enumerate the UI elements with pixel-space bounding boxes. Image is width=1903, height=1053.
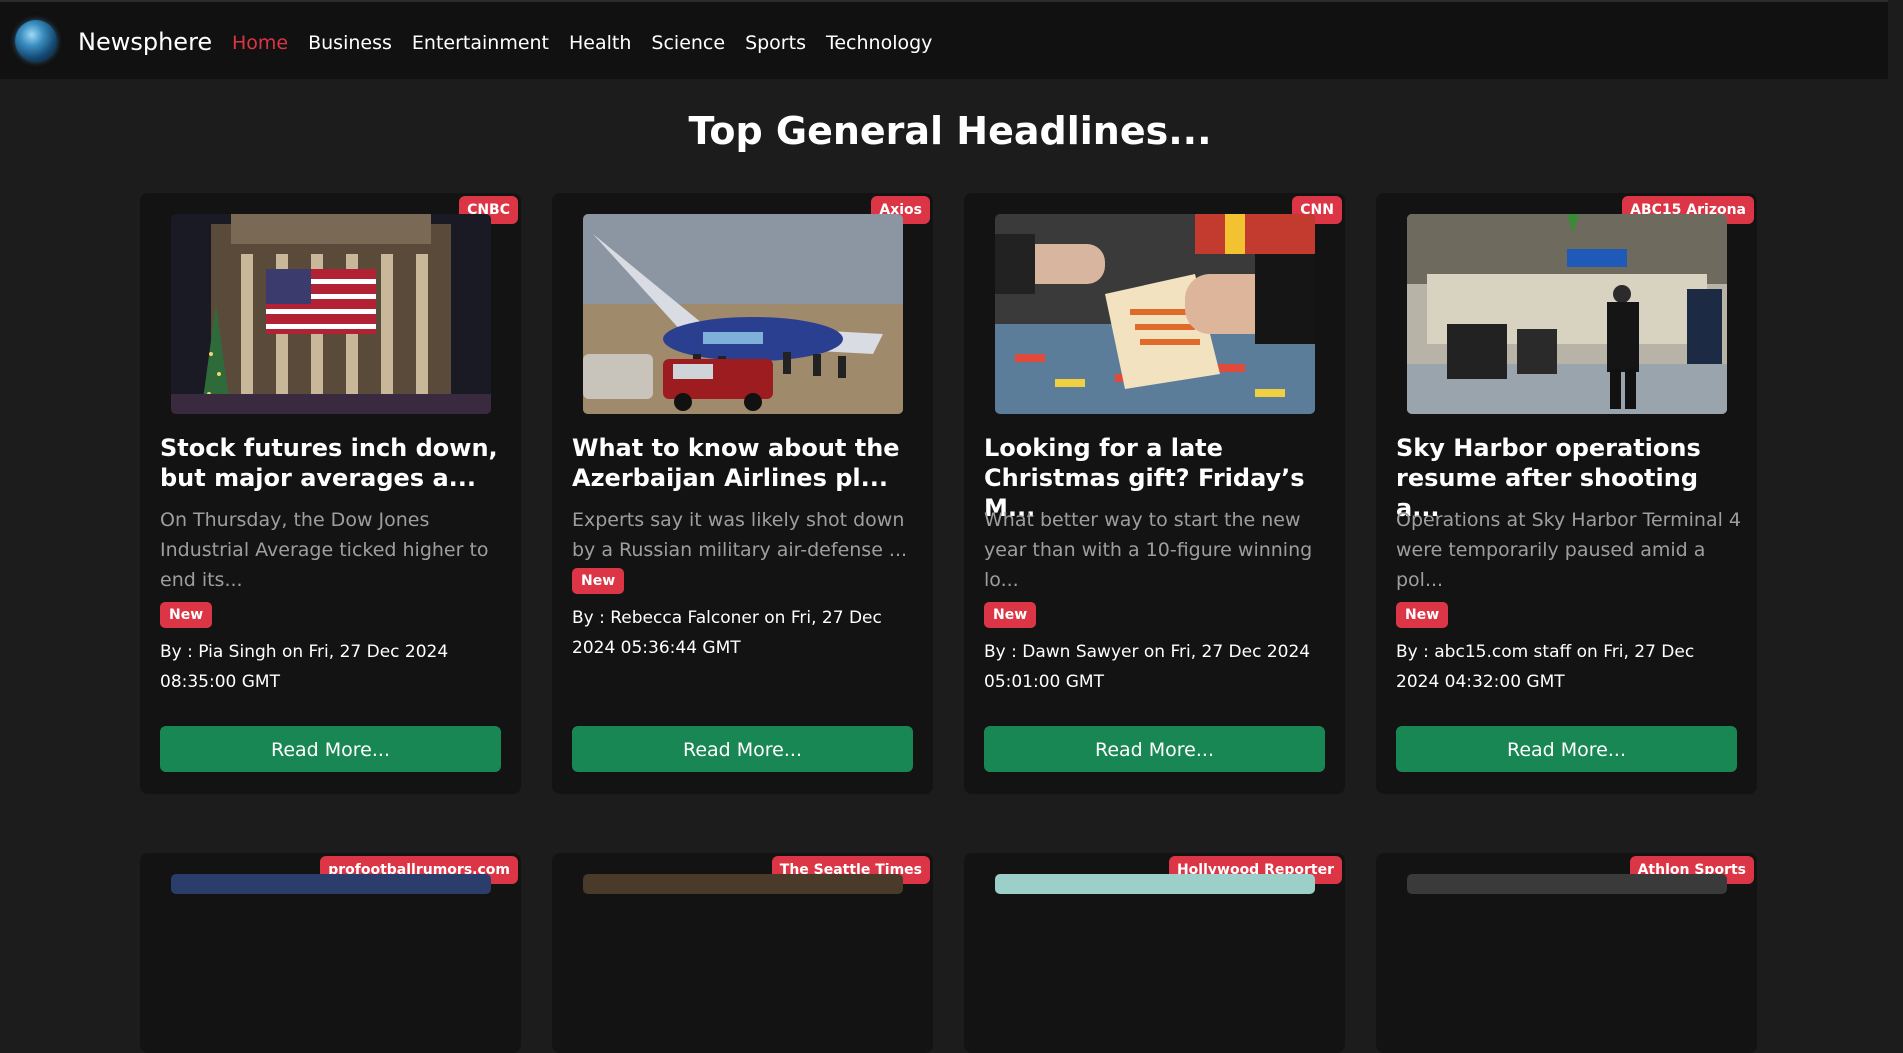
new-badge: New [160, 601, 213, 628]
nav-item-entertainment[interactable]: Entertainment [412, 30, 549, 56]
news-image[interactable] [583, 874, 903, 894]
card-title[interactable]: Stock futures inch down, but major avera… [160, 433, 505, 493]
news-image[interactable] [1407, 214, 1727, 414]
nav-item-home[interactable]: Home [232, 30, 288, 56]
top-navbar: Newsphere Home Business Entertainment He… [0, 0, 1903, 79]
nav-item-health[interactable]: Health [569, 30, 631, 56]
globe-logo-icon[interactable] [15, 20, 57, 62]
card-description: On Thursday, the Dow Jones Industrial Av… [160, 509, 489, 591]
news-card: Axios What to know about the Azerbaijan … [552, 193, 933, 794]
news-card: CNN Looking for a late Christmas gift? F… [964, 193, 1345, 794]
news-image[interactable] [1407, 874, 1727, 894]
card-body: On Thursday, the Dow Jones Industrial Av… [160, 505, 505, 697]
card-description: What better way to start the new year th… [984, 509, 1313, 591]
card-title[interactable]: What to know about the Azerbaijan Airlin… [572, 433, 917, 493]
card-body: Operations at Sky Harbor Terminal 4 were… [1396, 505, 1741, 697]
news-image[interactable] [995, 214, 1315, 414]
news-card: Hollywood Reporter [964, 853, 1345, 1053]
nav-menu: Home Business Entertainment Health Scien… [232, 30, 952, 56]
news-card: profootballrumors.com [140, 853, 521, 1053]
card-byline: By : Pia Singh on Fri, 27 Dec 2024 08:35… [160, 642, 449, 692]
nav-item-science[interactable]: Science [651, 30, 725, 56]
read-more-button[interactable]: Read More... [1396, 726, 1737, 772]
nav-item-technology[interactable]: Technology [826, 30, 932, 56]
read-more-button[interactable]: Read More... [984, 726, 1325, 772]
read-more-button[interactable]: Read More... [572, 726, 913, 772]
news-image[interactable] [171, 874, 491, 894]
card-byline: By : abc15.com staff on Fri, 27 Dec 2024… [1396, 642, 1695, 692]
page-title: Top General Headlines... [688, 109, 1212, 153]
news-image[interactable] [995, 874, 1315, 894]
news-card: The Seattle Times [552, 853, 933, 1053]
card-body: Experts say it was likely shot down by a… [572, 505, 917, 663]
new-badge: New [572, 567, 625, 594]
news-card: ABC15 Arizona Sky Harbor operations resu… [1376, 193, 1757, 794]
nav-item-business[interactable]: Business [308, 30, 392, 56]
nav-item-sports[interactable]: Sports [745, 30, 806, 56]
card-byline: By : Dawn Sawyer on Fri, 27 Dec 2024 05:… [984, 642, 1311, 692]
brand-name[interactable]: Newsphere [78, 27, 212, 57]
card-body: What better way to start the new year th… [984, 505, 1329, 697]
news-card: Athlon Sports [1376, 853, 1757, 1053]
new-badge: New [984, 601, 1037, 628]
card-description: Operations at Sky Harbor Terminal 4 were… [1396, 509, 1741, 591]
scrollbar-track[interactable] [1888, 0, 1903, 883]
news-image[interactable] [583, 214, 903, 414]
card-description: Experts say it was likely shot down by a… [572, 509, 908, 561]
read-more-button[interactable]: Read More... [160, 726, 501, 772]
card-byline: By : Rebecca Falconer on Fri, 27 Dec 202… [572, 608, 882, 658]
new-badge: New [1396, 601, 1449, 628]
news-image[interactable] [171, 214, 491, 414]
news-card: CNBC Stock futures inch down, but major … [140, 193, 521, 794]
